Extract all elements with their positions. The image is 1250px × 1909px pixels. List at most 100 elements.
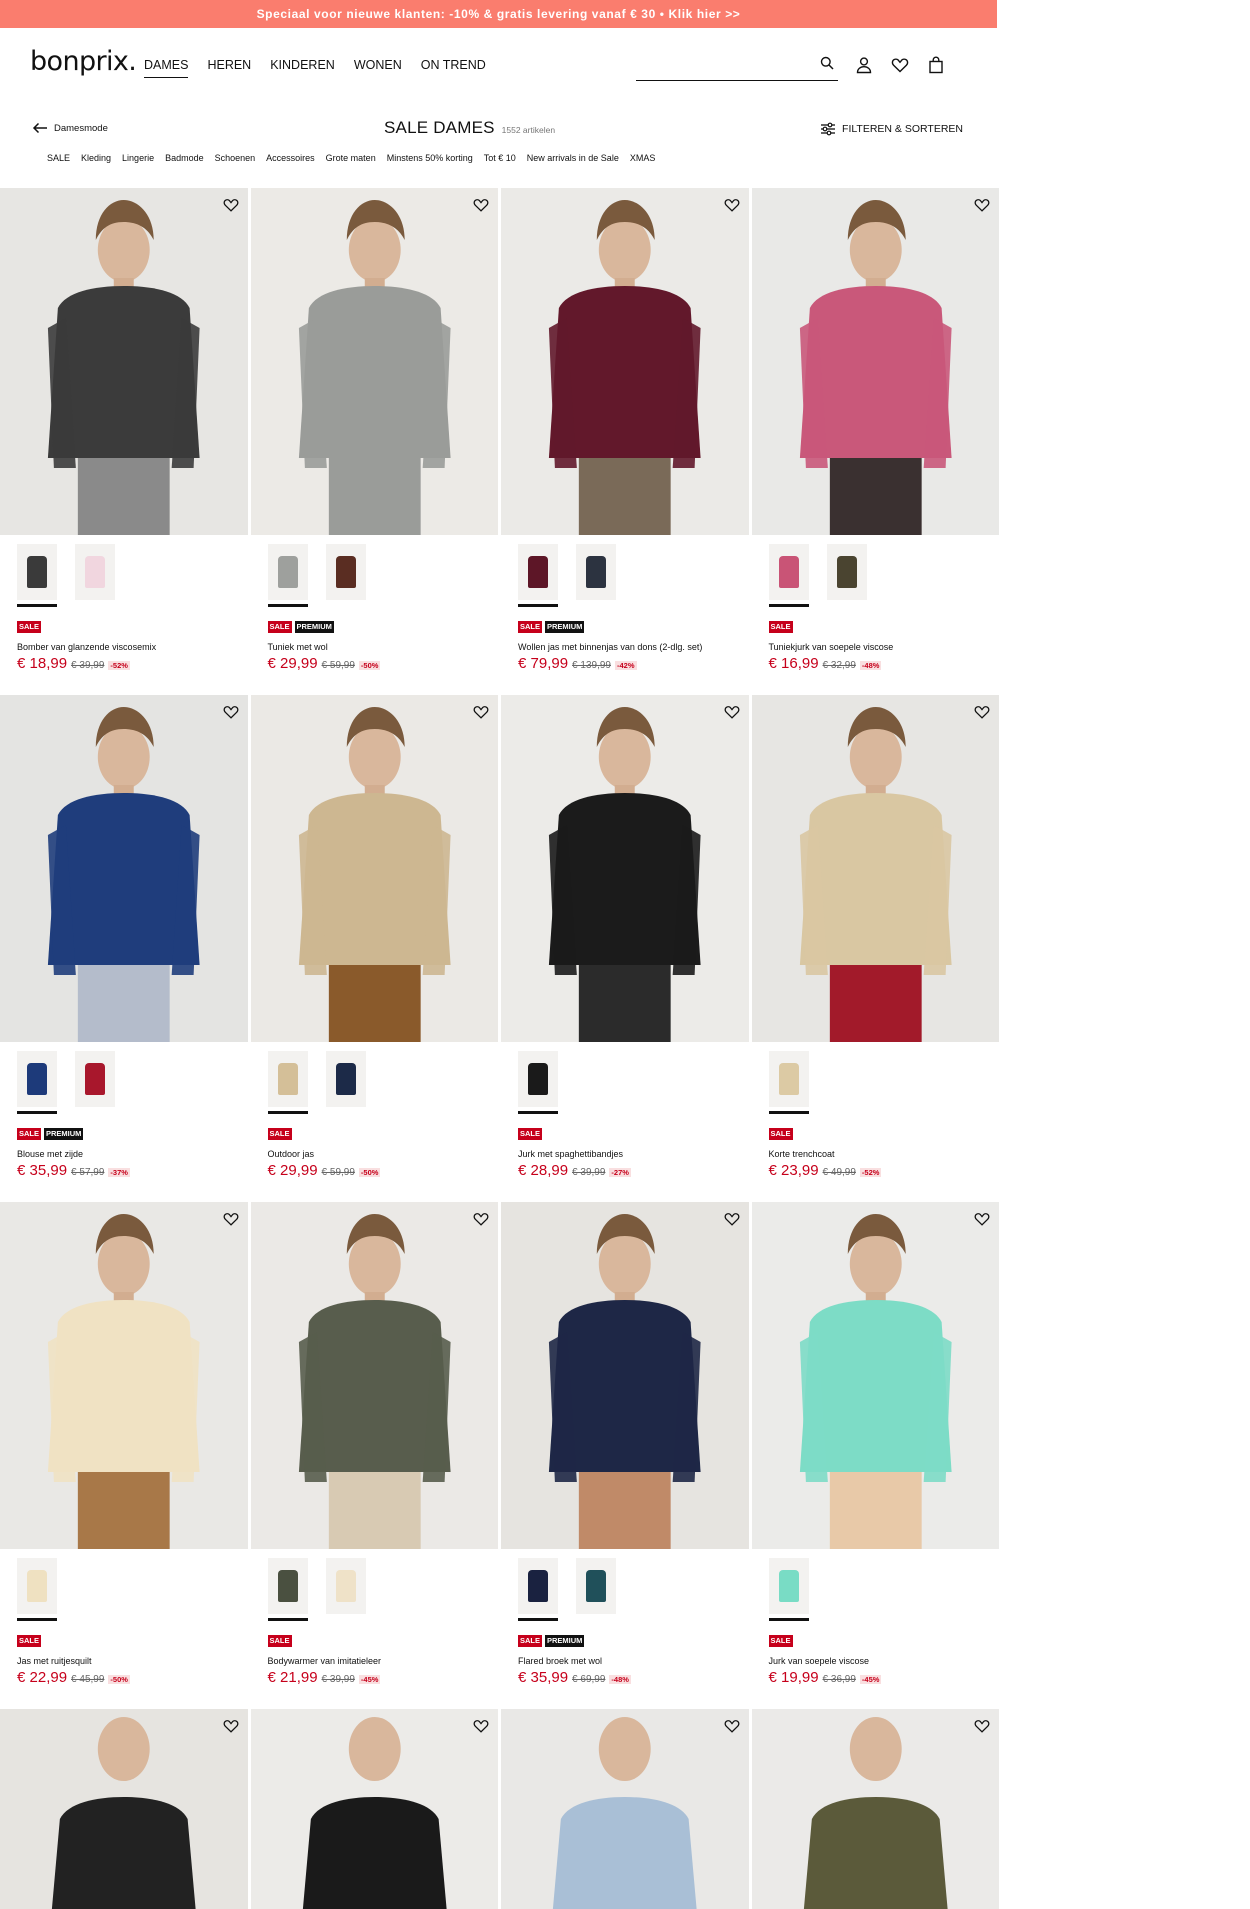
product-image[interactable]	[0, 1202, 248, 1549]
wishlist-heart-icon[interactable]	[973, 1717, 991, 1735]
subnav-schoenen[interactable]: Schoenen	[215, 153, 256, 163]
product-card[interactable]	[0, 1709, 248, 1909]
wishlist-heart-icon[interactable]	[222, 1210, 240, 1228]
color-swatch[interactable]	[267, 544, 308, 607]
product-card[interactable]	[250, 1709, 498, 1909]
product-image[interactable]	[501, 1709, 749, 1909]
product-name[interactable]: Bodywarmer van imitatieleer	[251, 1647, 499, 1666]
product-card[interactable]: SALE PREMIUM Tuniek met wol € 29,99 € 59,99-…	[250, 188, 499, 695]
color-swatch[interactable]	[17, 544, 57, 607]
color-swatch[interactable]	[75, 1051, 115, 1107]
subnav-accessoires[interactable]: Accessoires	[266, 153, 315, 163]
subnav-lingerie[interactable]: Lingerie	[122, 153, 154, 163]
product-image[interactable]	[501, 1202, 749, 1549]
product-card[interactable]: SALE Jurk van soepele viscose € 19,99 € 36,…	[751, 1202, 1000, 1709]
bag-icon[interactable]	[926, 55, 946, 75]
nav-item-kinderen[interactable]: KINDEREN	[270, 58, 335, 78]
product-image[interactable]	[501, 188, 749, 535]
wishlist-heart-icon[interactable]	[472, 1717, 490, 1735]
product-image[interactable]	[751, 695, 999, 1042]
product-image[interactable]	[0, 1709, 248, 1909]
nav-item-dames[interactable]: DAMES	[144, 58, 189, 78]
product-card[interactable]	[751, 1709, 999, 1909]
account-icon[interactable]	[854, 55, 874, 75]
product-card[interactable]: SALE PREMIUM Flared broek met wol € 35,99 € …	[501, 1202, 749, 1709]
subnav-grote-maten[interactable]: Grote maten	[326, 153, 376, 163]
product-image[interactable]	[501, 695, 749, 1042]
color-swatch[interactable]	[325, 544, 366, 600]
wishlist-heart-icon[interactable]	[723, 1717, 741, 1735]
product-name[interactable]: Jas met ruitjesquilt	[0, 1647, 248, 1666]
wishlist-heart-icon[interactable]	[472, 1210, 490, 1228]
wishlist-heart-icon[interactable]	[723, 703, 741, 721]
product-image[interactable]	[751, 1709, 999, 1909]
nav-item-heren[interactable]: HEREN	[207, 58, 251, 78]
wishlist-heart-icon[interactable]	[723, 1210, 741, 1228]
color-swatch[interactable]	[267, 1558, 308, 1621]
product-name[interactable]: Wollen jas met binnenjas van dons (2-dlg…	[501, 633, 749, 652]
color-swatch[interactable]	[75, 544, 115, 600]
product-name[interactable]: Jurk met spaghettibandjes	[501, 1140, 749, 1159]
wishlist-heart-icon[interactable]	[973, 196, 991, 214]
filter-sort-button[interactable]: FILTEREN & SORTEREN	[820, 122, 963, 136]
color-swatch[interactable]	[325, 1558, 366, 1614]
product-name[interactable]: Flared broek met wol	[501, 1647, 749, 1666]
product-card[interactable]: SALE Outdoor jas € 29,99 € 59,99 -50%	[250, 695, 499, 1202]
product-name[interactable]: Blouse met zijde	[0, 1140, 248, 1159]
product-name[interactable]: Jurk van soepele viscose	[752, 1647, 1000, 1666]
product-image[interactable]	[250, 1202, 498, 1549]
color-swatch[interactable]	[17, 1051, 57, 1114]
color-swatch[interactable]	[518, 1051, 558, 1114]
logo[interactable]: bonprix.	[30, 46, 137, 77]
promo-banner[interactable]: Speciaal voor nieuwe klanten: -10% & gra…	[0, 0, 997, 28]
color-swatch[interactable]	[518, 1558, 558, 1621]
color-swatch[interactable]	[768, 1558, 809, 1621]
product-card[interactable]: SALE Bomber van glanzende viscosemix € 18,…	[0, 188, 248, 695]
product-card[interactable]: SALE Jurk met spaghettibandjes € 28,99 € 39…	[501, 695, 749, 1202]
product-name[interactable]: Outdoor jas	[251, 1140, 499, 1159]
color-swatch[interactable]	[325, 1051, 366, 1107]
nav-item-on-trend[interactable]: ON TREND	[421, 58, 486, 78]
product-image[interactable]	[250, 695, 498, 1042]
product-card[interactable]: SALE Jas met ruitjesquilt € 22,99 € 45,99 -5…	[0, 1202, 248, 1709]
color-swatch[interactable]	[518, 544, 558, 607]
color-swatch[interactable]	[826, 544, 867, 600]
wishlist-heart-icon[interactable]	[472, 196, 490, 214]
subnav-badmode[interactable]: Badmode	[165, 153, 204, 163]
subnav-new-arrivals[interactable]: New arrivals in de Sale	[527, 153, 619, 163]
product-card[interactable]: SALE Bodywarmer van imitatieleer € 21,99 € …	[250, 1202, 499, 1709]
product-name[interactable]: Tuniek met wol	[251, 633, 499, 652]
wishlist-heart-icon[interactable]	[222, 703, 240, 721]
product-name[interactable]: Bomber van glanzende viscosemix	[0, 633, 248, 652]
wishlist-heart-icon[interactable]	[222, 196, 240, 214]
wishlist-heart-icon[interactable]	[472, 703, 490, 721]
color-swatch[interactable]	[17, 1558, 57, 1621]
wishlist-heart-icon[interactable]	[973, 1210, 991, 1228]
subnav-kleding[interactable]: Kleding	[81, 153, 111, 163]
product-name[interactable]: Tuniekjurk van soepele viscose	[752, 633, 1000, 652]
product-card[interactable]: SALE Tuniekjurk van soepele viscose € 16,9…	[751, 188, 1000, 695]
search-input[interactable]	[636, 52, 810, 80]
color-swatch[interactable]	[267, 1051, 308, 1114]
wishlist-heart-icon[interactable]	[723, 196, 741, 214]
product-card[interactable]: SALE PREMIUM Blouse met zijde € 35,99 € 57,9…	[0, 695, 248, 1202]
nav-item-wonen[interactable]: WONEN	[354, 58, 402, 78]
color-swatch[interactable]	[768, 544, 809, 607]
subnav-tot-10[interactable]: Tot € 10	[484, 153, 516, 163]
back-link[interactable]: Damesmode	[32, 122, 108, 134]
color-swatch[interactable]	[576, 544, 616, 600]
product-card[interactable]	[501, 1709, 749, 1909]
wishlist-icon[interactable]	[890, 55, 910, 75]
wishlist-heart-icon[interactable]	[973, 703, 991, 721]
product-image[interactable]	[751, 1202, 999, 1549]
product-image[interactable]	[0, 188, 248, 535]
product-card[interactable]: SALE PREMIUM Wollen jas met binnenjas van …	[501, 188, 749, 695]
product-image[interactable]	[250, 1709, 498, 1909]
subnav-sale[interactable]: SALE	[47, 153, 70, 163]
color-swatch[interactable]	[768, 1051, 809, 1114]
product-image[interactable]	[751, 188, 999, 535]
subnav-xmas[interactable]: XMAS	[630, 153, 656, 163]
color-swatch[interactable]	[576, 1558, 616, 1614]
search-icon[interactable]	[820, 56, 834, 75]
product-name[interactable]: Korte trenchcoat	[752, 1140, 1000, 1159]
